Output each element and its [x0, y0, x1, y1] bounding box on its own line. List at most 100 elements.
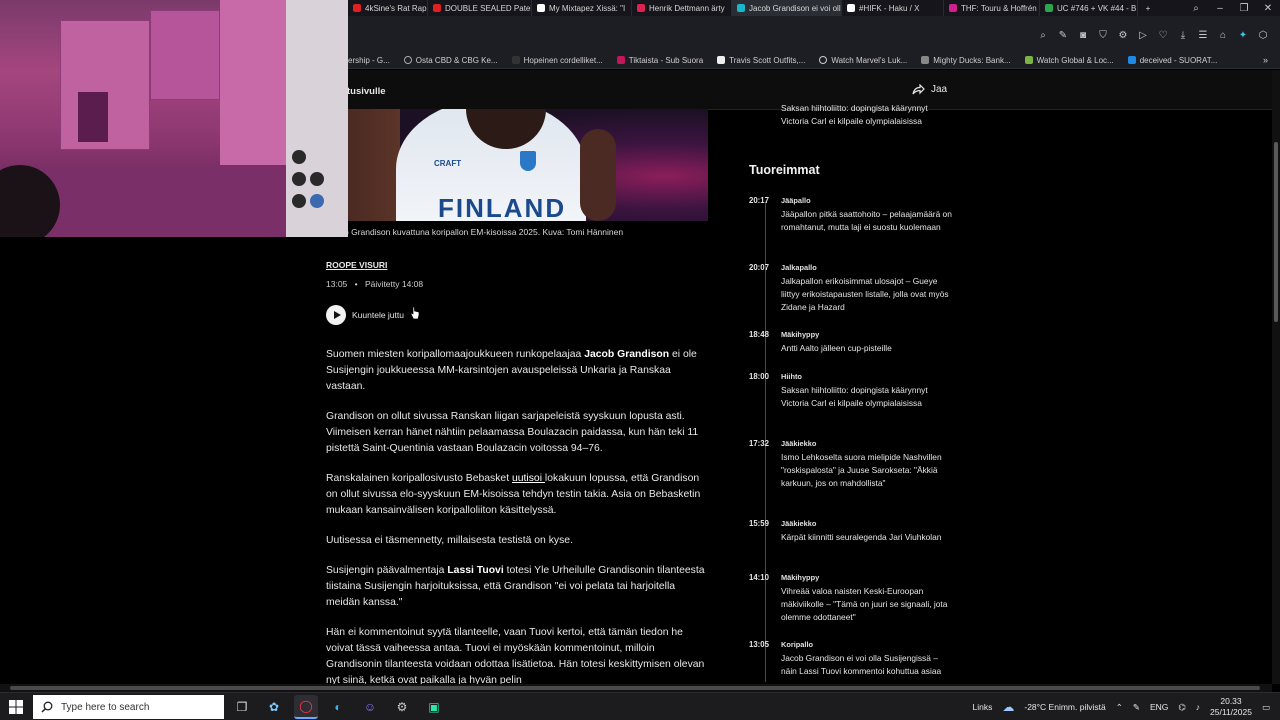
tab-label: UC #746 + VK #44 - B	[1057, 3, 1137, 13]
scrollbar-thumb[interactable]	[10, 686, 1260, 690]
bookmark-label: Mighty Ducks: Bank...	[933, 55, 1011, 65]
tab-label: DOUBLE SEALED Patel	[445, 3, 532, 13]
clock[interactable]: 20.33 25/11/2025	[1210, 696, 1252, 718]
chevron-up-icon[interactable]: ⌃	[1116, 702, 1123, 713]
menu-icon[interactable]: ☰	[1196, 28, 1210, 42]
volume-icon[interactable]: ♪	[1196, 702, 1200, 712]
bookmark-item[interactable]: Hopeinen cordelliket...	[511, 55, 603, 65]
opera-icon[interactable]: ◯	[294, 695, 318, 719]
camera-icon[interactable]: ◙	[1076, 28, 1090, 42]
pen-icon[interactable]: ✎	[1133, 702, 1140, 713]
new-tab-button[interactable]: +	[1138, 0, 1158, 16]
play-icon[interactable]: ▷	[1136, 28, 1150, 42]
minimize-icon[interactable]: –	[1208, 3, 1232, 14]
close-window-icon[interactable]: ✕	[1256, 3, 1280, 14]
tab-label: #HIFK - Haku / X	[859, 3, 920, 13]
site-icon	[1024, 56, 1033, 64]
tab-label: THF: Touru & Hoffrén	[961, 3, 1037, 13]
browser-tab-active[interactable]: Jacob Grandison ei voi oll✕	[732, 0, 842, 16]
paragraph-bold: Jacob Grandison	[584, 349, 670, 360]
item-headline: Vihreää valoa naisten Keski-Euroopan mäk…	[781, 586, 948, 622]
bookmark-item[interactable]: Tiktaista - Sub Suora	[616, 55, 704, 65]
edit-icon[interactable]: ✎	[1056, 28, 1070, 42]
notification-icon[interactable]: ▭	[1262, 702, 1270, 713]
vertical-scrollbar[interactable]	[1272, 70, 1280, 684]
weather-text[interactable]: -28°C Enimm. pilvistä	[1024, 702, 1105, 712]
browser-tab[interactable]: 4kSine's Rat Rapper Ti	[348, 0, 428, 16]
article-paragraph: Ranskalainen koripallosivusto Bebasket u…	[326, 471, 710, 519]
bookmark-item[interactable]: Osta CBD & CBG Ke...	[403, 56, 498, 65]
yle-icon	[637, 4, 645, 12]
browser-tab[interactable]: THF: Touru & Hoffrén	[944, 0, 1040, 16]
publish-time: 13:05	[326, 279, 348, 289]
task-view-icon[interactable]: ❐	[230, 695, 254, 719]
tab-label: Jacob Grandison ei voi oll	[749, 3, 841, 13]
bookmark-item[interactable]: ership - G...	[348, 56, 390, 65]
language-indicator[interactable]: ENG	[1150, 702, 1168, 712]
search-icon	[41, 701, 53, 713]
copilot-icon[interactable]: ✿	[262, 695, 286, 719]
links-toolbar[interactable]: Links	[973, 702, 993, 712]
item-time: 20:07	[749, 263, 769, 272]
globe-icon	[403, 56, 412, 64]
edge-icon[interactable]: ◐	[326, 695, 350, 719]
browser-tab[interactable]: Henrik Dettmann ärty	[632, 0, 732, 16]
steam-icon[interactable]: ⚙	[390, 695, 414, 719]
author-link[interactable]: ROOPE VISURI	[326, 260, 387, 270]
bookmark-label: Watch Marvel's Luk...	[831, 55, 908, 65]
scrollbar-thumb[interactable]	[1274, 142, 1278, 322]
latest-item-headline[interactable]: Saksan hiihtoliitto: dopingista käärynny…	[781, 102, 951, 127]
share-label: Jaa	[931, 84, 948, 95]
latest-item[interactable]: 13:05 Koripallo Jacob Grandison ei voi o…	[749, 640, 959, 684]
door-knob	[292, 172, 306, 186]
paragraph-text: Suomen miesten koripallomaajoukkueen run…	[326, 349, 585, 360]
browser-tab[interactable]: UC #746 + VK #44 - B	[1040, 0, 1138, 16]
bookmark-item[interactable]: Mighty Ducks: Bank...	[921, 55, 1011, 65]
site-icon	[819, 56, 828, 64]
item-category: Jääkiekko	[781, 439, 817, 448]
download-icon[interactable]: ⤓	[1176, 28, 1190, 42]
bookmark-label: Tiktaista - Sub Suora	[628, 55, 704, 65]
cube-icon[interactable]: ⬡	[1256, 28, 1270, 42]
maximize-icon[interactable]: ❐	[1232, 3, 1256, 14]
door-knob	[310, 194, 324, 208]
search-icon[interactable]: ⌕	[1036, 28, 1050, 42]
bookmarks-more-button[interactable]: »	[1263, 55, 1268, 65]
paragraph-text: Grandison on ollut sivussa Ranskan liiga…	[326, 411, 699, 454]
taskbar-search[interactable]: Type here to search	[33, 695, 224, 719]
browser-tab[interactable]: My Mixtapez Xissä: "I	[532, 0, 632, 16]
bookmark-item[interactable]: deceived - SUORAT...	[1127, 55, 1218, 65]
windows-start-icon[interactable]	[9, 700, 23, 714]
bookmark-item[interactable]: Travis Scott Outfits,...	[717, 56, 805, 65]
settings-icon[interactable]: ⚙	[1116, 28, 1130, 42]
bookmark-item[interactable]: Watch Global & Loc...	[1024, 56, 1114, 65]
share-button[interactable]: Jaa	[912, 84, 947, 95]
article-inline-link[interactable]: uutisoi	[512, 473, 545, 484]
site-icon	[717, 56, 726, 64]
bookmark-label: Hopeinen cordelliket...	[523, 55, 603, 65]
x-icon	[537, 4, 545, 12]
browser-tab[interactable]: #HIFK - Haku / X	[842, 0, 944, 16]
network-icon[interactable]: ⌬	[1178, 702, 1185, 713]
item-time: 18:48	[749, 330, 769, 339]
search-tabs-icon[interactable]: ⌕	[1184, 3, 1208, 14]
discord-icon[interactable]: ☺	[358, 695, 382, 719]
browser-tab[interactable]: DOUBLE SEALED Patel	[428, 0, 532, 16]
listen-button[interactable]: Kuuntele juttu	[326, 305, 404, 325]
heart-icon[interactable]: ♡	[1156, 28, 1170, 42]
paragraph-text: Ranskalainen koripallosivusto Bebasket	[326, 473, 512, 484]
oven	[78, 92, 108, 142]
bookmark-label: deceived - SUORAT...	[1139, 55, 1218, 65]
item-headline: Jääpallon pitkä saattohoito – pelaajamää…	[781, 209, 952, 232]
back-to-frontpage-link[interactable]: tusivulle	[347, 86, 386, 97]
horizontal-scrollbar[interactable]	[0, 684, 1272, 692]
lock-icon[interactable]: ⌂	[1216, 28, 1230, 42]
youtube-icon	[433, 4, 441, 12]
item-time: 17:32	[749, 439, 769, 448]
bookmark-item[interactable]: Watch Marvel's Luk...	[819, 56, 907, 65]
jersey-brand: CRAFT	[434, 159, 462, 168]
paragraph-bold: Lassi Tuovi	[447, 565, 504, 576]
shield-icon[interactable]: ⛉	[1096, 28, 1110, 42]
app-icon[interactable]: ▣	[422, 695, 446, 719]
extension-icon[interactable]: ✦	[1236, 28, 1250, 42]
